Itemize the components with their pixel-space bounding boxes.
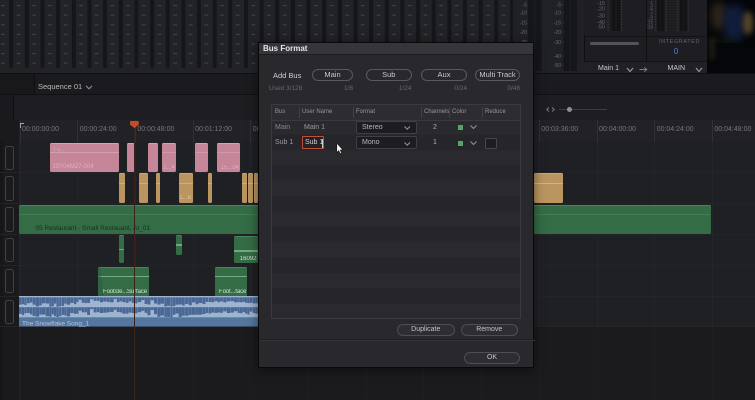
svg-text:-20: -20 bbox=[597, 7, 605, 13]
svg-text:-15: -15 bbox=[520, 21, 527, 27]
svg-text:The Snowflake Song_1: The Snowflake Song_1 bbox=[22, 320, 90, 326]
svg-text:-10: -10 bbox=[554, 11, 561, 17]
svg-text:-30: -30 bbox=[597, 14, 605, 20]
svg-text:-30: -30 bbox=[554, 40, 561, 46]
svg-text:-10: -10 bbox=[520, 11, 527, 17]
svg-text:-5: -5 bbox=[523, 3, 528, 9]
svg-text:-50: -50 bbox=[597, 25, 605, 31]
svg-text:-18: -18 bbox=[646, 25, 653, 30]
svg-text:-5: -5 bbox=[557, 3, 562, 9]
svg-text:-15: -15 bbox=[554, 21, 561, 27]
svg-text:-20: -20 bbox=[520, 30, 527, 36]
svg-text:-20: -20 bbox=[554, 30, 561, 36]
svg-text:-40: -40 bbox=[554, 54, 561, 60]
svg-text:-50: -50 bbox=[554, 63, 561, 69]
